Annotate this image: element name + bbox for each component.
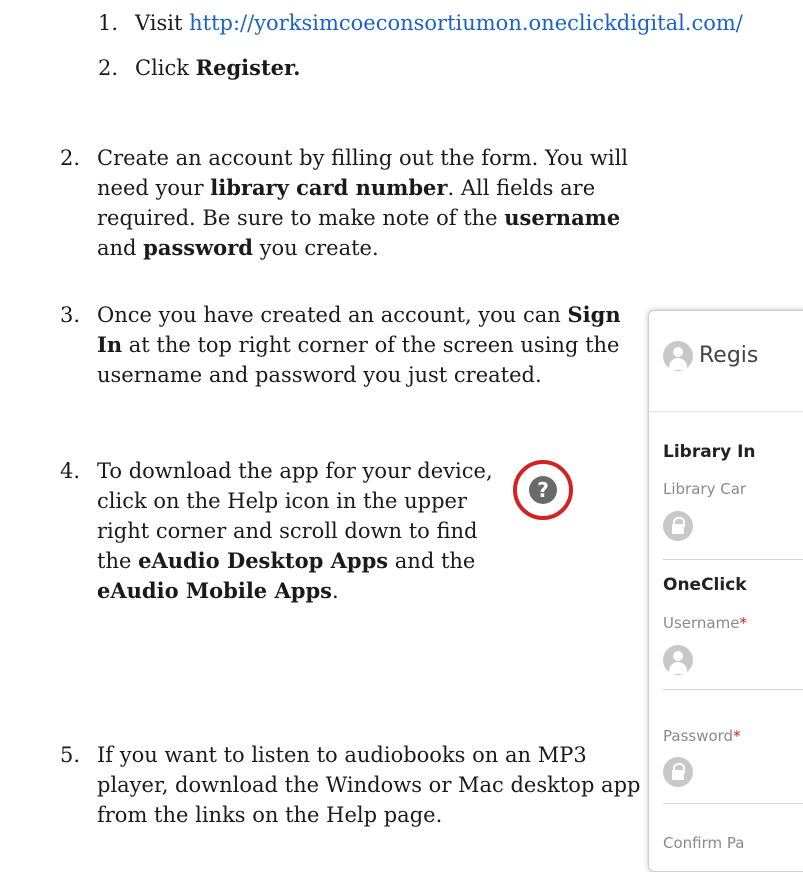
user-icon[interactable] [663, 645, 693, 675]
label-password: Password* [663, 727, 741, 745]
substep-register: 2. Click Register. [98, 53, 698, 83]
section-oneclick: OneClick [663, 575, 747, 595]
card-number-field[interactable] [663, 559, 803, 560]
password-field[interactable] [663, 803, 803, 804]
username-field[interactable] [663, 689, 803, 690]
label-library-card: Library Car [663, 480, 747, 498]
substep-visit: 1. Visit http://yorksimcoeconsortiumon.o… [98, 8, 798, 38]
step-number: 2. [60, 146, 81, 170]
help-icon: ? [529, 476, 557, 504]
label-username: Username* [663, 614, 747, 632]
step-mp3-player: 5. If you want to listen to audiobooks o… [60, 740, 640, 830]
step-sign-in: 3. Once you have created an account, you… [60, 302, 621, 387]
step-create-account: 2. Create an account by filling out the … [60, 143, 640, 263]
form-title: Regis [699, 343, 759, 368]
help-icon-illustration: ? [513, 460, 573, 520]
lock-icon[interactable] [663, 511, 693, 541]
substep-number: 1. [98, 11, 119, 35]
step-number: 5. [60, 743, 81, 767]
registration-form-panel: Regis Library In Library Car OneClick Us… [648, 310, 803, 872]
step-download-app: 4. To download the app for your device, … [60, 456, 530, 606]
form-header: Regis [649, 311, 803, 412]
consortium-link[interactable]: http://yorksimcoeconsortiumon.oneclickdi… [189, 11, 743, 35]
register-keyword: Register. [195, 55, 301, 80]
substep-number: 2. [98, 56, 119, 80]
step-number: 3. [60, 303, 81, 327]
user-icon [663, 341, 693, 371]
step-number: 4. [60, 459, 81, 483]
section-library-info: Library In [663, 442, 756, 462]
lock-icon[interactable] [663, 757, 693, 787]
label-confirm-password: Confirm Pa [663, 834, 745, 852]
